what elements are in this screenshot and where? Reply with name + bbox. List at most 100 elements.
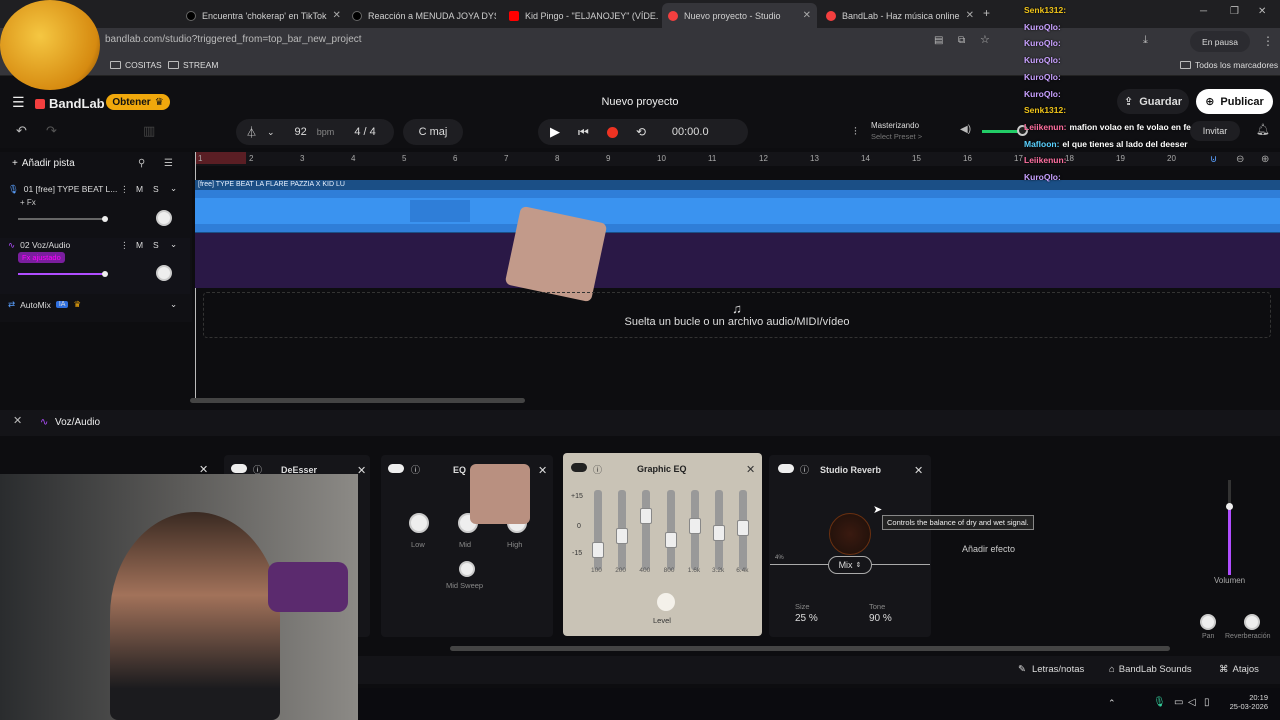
power-toggle[interactable] <box>388 464 404 473</box>
eq-band-handle[interactable] <box>713 525 725 541</box>
tab-tiktok[interactable]: Encuentra 'chokerap' en TikTok ✕ <box>180 3 345 28</box>
track-row[interactable]: 🎙︎ 01 [free] TYPE BEAT L... ⋮ M S ⌄ + Fx <box>0 182 190 238</box>
speaker-icon[interactable]: ◁ <box>1188 697 1196 708</box>
clock[interactable]: 20:19 25-03-2026 <box>1228 693 1268 711</box>
level-knob[interactable] <box>657 593 675 611</box>
horizontal-scrollbar[interactable] <box>190 398 525 403</box>
loop-region[interactable] <box>195 152 246 164</box>
tempo-value[interactable]: 92 <box>295 126 307 138</box>
size-value[interactable]: 25 % <box>795 613 818 624</box>
close-icon[interactable]: ✕ <box>538 464 547 477</box>
mid-sweep-knob[interactable] <box>459 561 475 577</box>
upgrade-button[interactable]: Obtener ♛ <box>106 94 170 110</box>
hamburger-menu-icon[interactable]: ☰ <box>12 95 25 109</box>
bookmark-stream[interactable]: STREAM <box>168 60 218 70</box>
track-volume-slider[interactable] <box>18 218 106 220</box>
eq-band-slider[interactable] <box>666 490 675 570</box>
mix-dial[interactable] <box>829 513 871 555</box>
metronome-icon[interactable]: ⏃ <box>246 124 257 140</box>
more-icon[interactable]: ⋮ <box>120 240 129 251</box>
solo-button[interactable]: S <box>153 184 159 194</box>
eq-band-handle[interactable] <box>616 528 629 544</box>
loop-icon[interactable]: ⟲ <box>636 125 646 139</box>
automix-row[interactable]: ⇄ AutoMix IA ♛ ⌄ <box>0 296 190 318</box>
volume-fader-handle[interactable] <box>1226 503 1233 510</box>
project-title[interactable]: Nuevo proyecto <box>560 96 720 108</box>
lyrics-button[interactable]: ✎ Letras/notas <box>1018 664 1084 675</box>
tray-expand-icon[interactable]: ⌃ <box>1108 698 1116 709</box>
tab-kid-pingo[interactable]: Kid Pingo - "ELJANOJEY" (VÍDE...✕ <box>503 3 658 28</box>
star-icon[interactable]: ☆ <box>980 35 990 46</box>
volume-handle[interactable] <box>102 216 108 222</box>
redo-icon[interactable]: ↷ <box>46 124 57 137</box>
info-icon[interactable]: ⓘ <box>593 463 602 476</box>
eq-band-handle[interactable] <box>640 508 653 524</box>
track-row[interactable]: ∿ 02 Voz/Audio ⋮ M S ⌄ Fx ajustado <box>0 238 190 294</box>
eq-band-handle[interactable] <box>688 518 701 534</box>
undo-icon[interactable]: ↶ <box>16 124 27 137</box>
new-tab-icon[interactable]: + <box>983 7 990 19</box>
fx-button[interactable]: + Fx <box>20 198 36 207</box>
close-icon[interactable]: ✕ <box>914 464 923 477</box>
info-icon[interactable]: ⓘ <box>411 463 420 476</box>
close-icon[interactable]: ✕ <box>357 464 366 477</box>
bookmark-cositas[interactable]: COSITAS <box>110 60 162 70</box>
chevron-down-icon[interactable]: ⌄ <box>170 239 177 250</box>
fx-scrollbar[interactable] <box>450 646 1170 651</box>
mixer-icon[interactable]: ▥ <box>143 124 155 137</box>
record-icon[interactable] <box>606 126 618 138</box>
time-signature[interactable]: 4 / 4 <box>354 126 375 138</box>
url-field[interactable]: bandlab.com/studio?triggered_from=top_ba… <box>105 34 362 45</box>
mute-button[interactable]: M <box>136 240 143 250</box>
pan-knob[interactable] <box>156 210 172 226</box>
network-icon[interactable]: ▭ <box>1174 697 1183 708</box>
track-volume-slider[interactable] <box>18 273 106 275</box>
info-icon[interactable]: ⓘ <box>800 463 809 476</box>
power-toggle[interactable] <box>231 464 247 473</box>
master-volume-slider[interactable] <box>982 130 1022 133</box>
close-icon[interactable]: ✕ <box>966 10 974 21</box>
mic-icon[interactable]: 🎙︎ <box>1153 697 1166 708</box>
chevron-down-icon[interactable]: ⌄ <box>267 127 275 138</box>
low-knob[interactable] <box>409 513 429 533</box>
key-selector[interactable]: C maj <box>403 119 463 145</box>
reverb-knob[interactable] <box>1244 614 1260 630</box>
eq-band-slider[interactable] <box>642 490 651 570</box>
more-icon[interactable]: ⋮ <box>120 184 129 195</box>
close-icon[interactable]: ✕ <box>13 416 22 427</box>
pan-knob[interactable] <box>1200 614 1216 630</box>
tab-reaccion[interactable]: Reacción a MENUDA JOYA DYS...✕ <box>346 3 496 28</box>
mix-selector[interactable]: Mix ⇕ <box>828 556 872 574</box>
play-icon[interactable]: ▶ <box>550 124 560 140</box>
tone-value[interactable]: 90 % <box>869 613 892 624</box>
install-icon[interactable]: ⧉ <box>958 36 965 46</box>
volume-icon[interactable]: ◀) <box>960 125 971 135</box>
close-icon[interactable]: ✕ <box>746 463 755 476</box>
drop-zone[interactable]: ♫ Suelta un bucle o un archivo audio/MID… <box>203 292 1271 338</box>
volume-handle[interactable] <box>102 271 108 277</box>
add-track-button[interactable]: + Añadir pista <box>12 158 75 169</box>
shortcuts-button[interactable]: ⌘ Atajos <box>1219 664 1259 675</box>
tab-bandlab[interactable]: BandLab - Haz música online ✕ <box>820 3 975 28</box>
tab-nuevo-proyecto[interactable]: Nuevo proyecto - Studio ✕ <box>662 3 817 28</box>
power-toggle[interactable] <box>778 464 794 473</box>
reader-icon[interactable]: ▤ <box>934 36 943 46</box>
audio-clip-voice[interactable] <box>195 233 1280 288</box>
skip-back-icon[interactable]: ⏮ <box>578 125 589 140</box>
close-icon[interactable]: ✕ <box>803 10 811 21</box>
fx-applied-badge[interactable]: Fx ajustado <box>18 252 65 263</box>
add-effect-button[interactable]: Añadir efecto <box>962 544 1015 554</box>
wand-icon[interactable]: ⚲ <box>138 159 145 169</box>
pan-knob[interactable] <box>156 265 172 281</box>
power-toggle[interactable] <box>571 463 587 472</box>
eq-band-handle[interactable] <box>737 520 750 536</box>
settings-sliders-icon[interactable]: ☰ <box>164 159 173 169</box>
solo-button[interactable]: S <box>153 240 159 250</box>
eq-band-handle[interactable] <box>664 532 677 548</box>
bandlab-sounds-button[interactable]: ⌂ BandLab Sounds <box>1109 664 1192 675</box>
eq-band-handle[interactable] <box>592 542 604 558</box>
mute-button[interactable]: M <box>136 184 143 194</box>
battery-icon[interactable]: ▯ <box>1204 697 1210 708</box>
close-icon[interactable]: ✕ <box>333 10 341 21</box>
chevron-down-icon[interactable]: ⌄ <box>170 183 177 194</box>
